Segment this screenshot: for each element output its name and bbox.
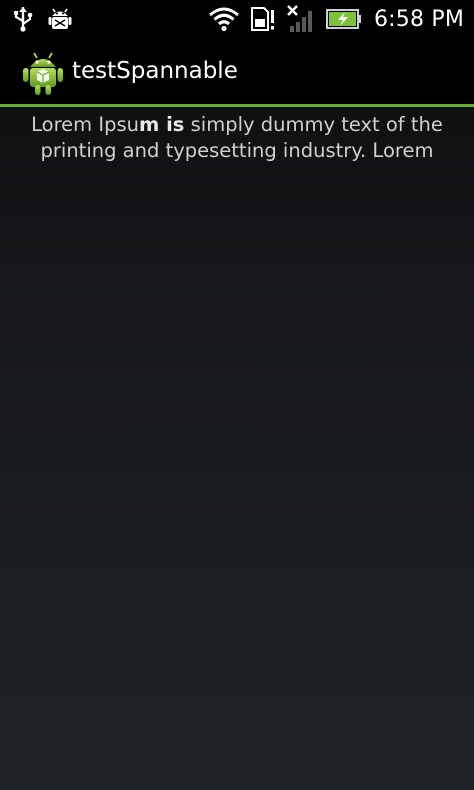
action-bar: testSpannable (0, 38, 474, 105)
spannable-text: Lorem Ipsum is simply dummy text of the … (0, 112, 474, 164)
text-line-1: Lorem Ipsum is simply dummy text of the (31, 113, 443, 136)
wifi-icon (208, 6, 240, 32)
usb-icon (12, 6, 34, 32)
text-line-2: printing and typesetting industry. Lorem (40, 139, 434, 162)
clock: 6:58 PM (373, 6, 464, 32)
android-app-icon[interactable] (22, 50, 64, 96)
android-debug-icon (48, 5, 72, 33)
action-bar-divider (0, 104, 474, 107)
no-signal-icon (286, 4, 316, 34)
app-title: testSpannable (72, 58, 238, 84)
battery-charging-icon (325, 8, 362, 30)
status-bar: 6:58 PM (0, 0, 474, 38)
sd-card-alert-icon (250, 6, 276, 32)
bold-span: m is (139, 113, 185, 136)
